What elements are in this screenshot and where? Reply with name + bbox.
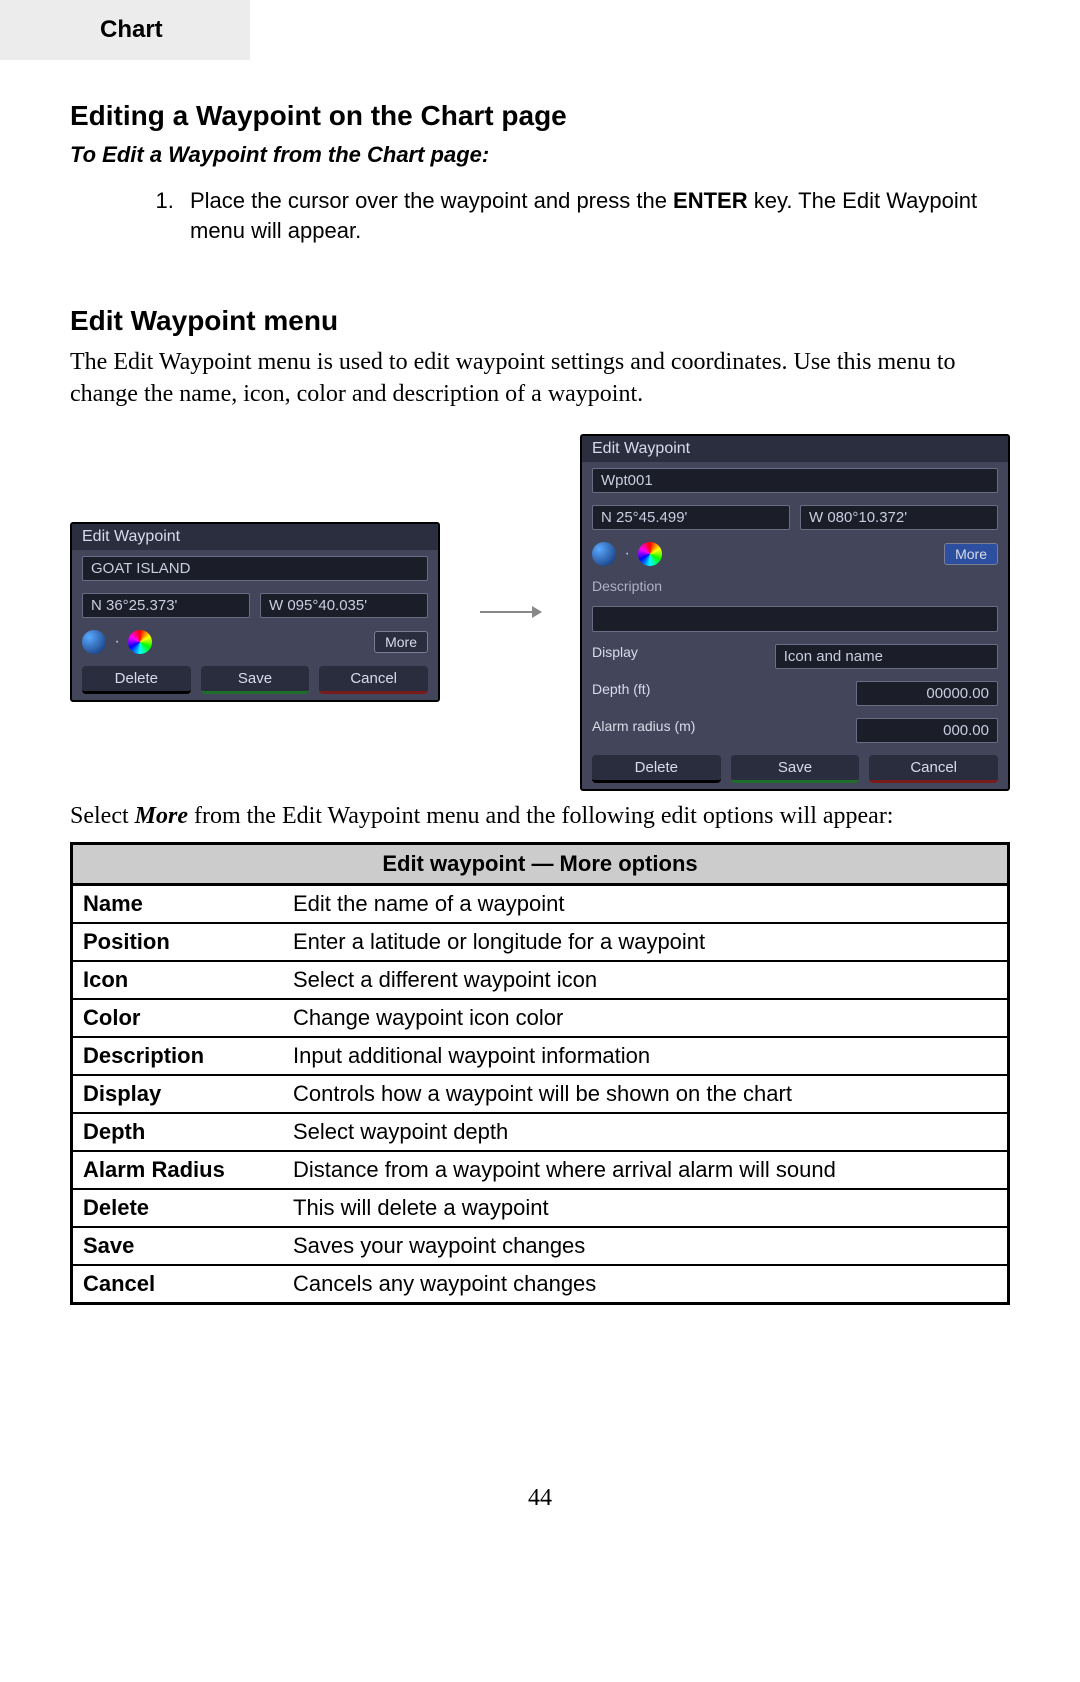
step-1: Place the cursor over the waypoint and p… <box>180 186 1010 245</box>
table-row: ColorChange waypoint icon color <box>72 999 1009 1037</box>
waypoint-icon[interactable] <box>592 542 616 566</box>
lon-field[interactable]: W 095°40.035' <box>260 593 428 618</box>
table-row: CancelCancels any waypoint changes <box>72 1265 1009 1304</box>
cancel-button[interactable]: Cancel <box>869 755 998 783</box>
opt-key: Name <box>72 884 284 923</box>
waypoint-icon[interactable] <box>82 630 106 654</box>
opt-val: Distance from a waypoint where arrival a… <box>283 1151 1009 1189</box>
opt-key: Description <box>72 1037 284 1075</box>
table-row: DeleteThis will delete a waypoint <box>72 1189 1009 1227</box>
section-header-tab: Chart <box>0 0 250 60</box>
more-button[interactable]: More <box>944 543 998 565</box>
opt-key: Delete <box>72 1189 284 1227</box>
description-label: Description <box>582 572 1008 600</box>
more-options-table: Edit waypoint — More options NameEdit th… <box>70 842 1010 1305</box>
heading-edit-waypoint-menu: Edit Waypoint menu <box>70 305 1010 337</box>
depth-field[interactable]: 00000.00 <box>856 681 998 706</box>
opt-val: This will delete a waypoint <box>283 1189 1009 1227</box>
dropdown-sep-icon: · <box>624 545 629 562</box>
select-more-pre: Select <box>70 803 135 829</box>
display-label: Display <box>592 644 638 669</box>
display-field[interactable]: Icon and name <box>775 644 998 669</box>
screenshot-row: Edit Waypoint GOAT ISLAND N 36°25.373' W… <box>70 434 1010 791</box>
lat-field[interactable]: N 25°45.499' <box>592 505 790 530</box>
opt-key: Display <box>72 1075 284 1113</box>
cancel-button[interactable]: Cancel <box>319 666 428 694</box>
edit-waypoint-panel-expanded: Edit Waypoint Wpt001 N 25°45.499' W 080°… <box>580 434 1010 791</box>
save-button[interactable]: Save <box>731 755 860 783</box>
depth-label: Depth (ft) <box>592 681 650 706</box>
opt-val: Select a different waypoint icon <box>283 961 1009 999</box>
more-button[interactable]: More <box>374 631 428 653</box>
color-picker-icon[interactable] <box>638 542 662 566</box>
opt-val: Change waypoint icon color <box>283 999 1009 1037</box>
opt-val: Saves your waypoint changes <box>283 1227 1009 1265</box>
panel-title: Edit Waypoint <box>72 524 438 550</box>
table-row: IconSelect a different waypoint icon <box>72 961 1009 999</box>
subheading-to-edit: To Edit a Waypoint from the Chart page: <box>70 142 1010 168</box>
table-row: SaveSaves your waypoint changes <box>72 1227 1009 1265</box>
alarm-radius-label: Alarm radius (m) <box>592 718 695 743</box>
opt-val: Cancels any waypoint changes <box>283 1265 1009 1304</box>
opt-val: Select waypoint depth <box>283 1113 1009 1151</box>
waypoint-name-field[interactable]: Wpt001 <box>592 468 998 493</box>
table-row: DisplayControls how a waypoint will be s… <box>72 1075 1009 1113</box>
opt-key: Position <box>72 923 284 961</box>
waypoint-name-field[interactable]: GOAT ISLAND <box>82 556 428 581</box>
save-button[interactable]: Save <box>201 666 310 694</box>
select-more-post: from the Edit Waypoint menu and the foll… <box>188 803 894 829</box>
opt-val: Edit the name of a waypoint <box>283 884 1009 923</box>
lon-field[interactable]: W 080°10.372' <box>800 505 998 530</box>
description-field[interactable] <box>592 606 998 632</box>
edit-waypoint-panel-compact: Edit Waypoint GOAT ISLAND N 36°25.373' W… <box>70 522 440 702</box>
opt-key: Depth <box>72 1113 284 1151</box>
table-header: Edit waypoint — More options <box>72 843 1009 884</box>
opt-key: Icon <box>72 961 284 999</box>
lat-field[interactable]: N 36°25.373' <box>82 593 250 618</box>
table-row: Alarm RadiusDistance from a waypoint whe… <box>72 1151 1009 1189</box>
opt-key: Color <box>72 999 284 1037</box>
table-row: PositionEnter a latitude or longitude fo… <box>72 923 1009 961</box>
opt-key: Save <box>72 1227 284 1265</box>
arrow-icon <box>480 611 540 613</box>
heading-editing-waypoint: Editing a Waypoint on the Chart page <box>70 100 1010 132</box>
delete-button[interactable]: Delete <box>82 666 191 694</box>
paragraph-select-more: Select More from the Edit Waypoint menu … <box>70 801 1010 832</box>
select-more-key: More <box>135 803 188 829</box>
opt-val: Enter a latitude or longitude for a wayp… <box>283 923 1009 961</box>
dropdown-sep-icon: · <box>114 633 119 650</box>
alarm-radius-field[interactable]: 000.00 <box>856 718 998 743</box>
page-number: 44 <box>70 1485 1010 1512</box>
opt-val: Input additional waypoint information <box>283 1037 1009 1075</box>
table-row: DescriptionInput additional waypoint inf… <box>72 1037 1009 1075</box>
color-picker-icon[interactable] <box>128 630 152 654</box>
step-1-pre: Place the cursor over the waypoint and p… <box>190 188 673 213</box>
opt-val: Controls how a waypoint will be shown on… <box>283 1075 1009 1113</box>
table-row: NameEdit the name of a waypoint <box>72 884 1009 923</box>
panel-title: Edit Waypoint <box>582 436 1008 462</box>
delete-button[interactable]: Delete <box>592 755 721 783</box>
step-1-key: ENTER <box>673 188 748 213</box>
opt-key: Cancel <box>72 1265 284 1304</box>
table-row: DepthSelect waypoint depth <box>72 1113 1009 1151</box>
opt-key: Alarm Radius <box>72 1151 284 1189</box>
paragraph-edit-waypoint-intro: The Edit Waypoint menu is used to edit w… <box>70 347 1010 409</box>
